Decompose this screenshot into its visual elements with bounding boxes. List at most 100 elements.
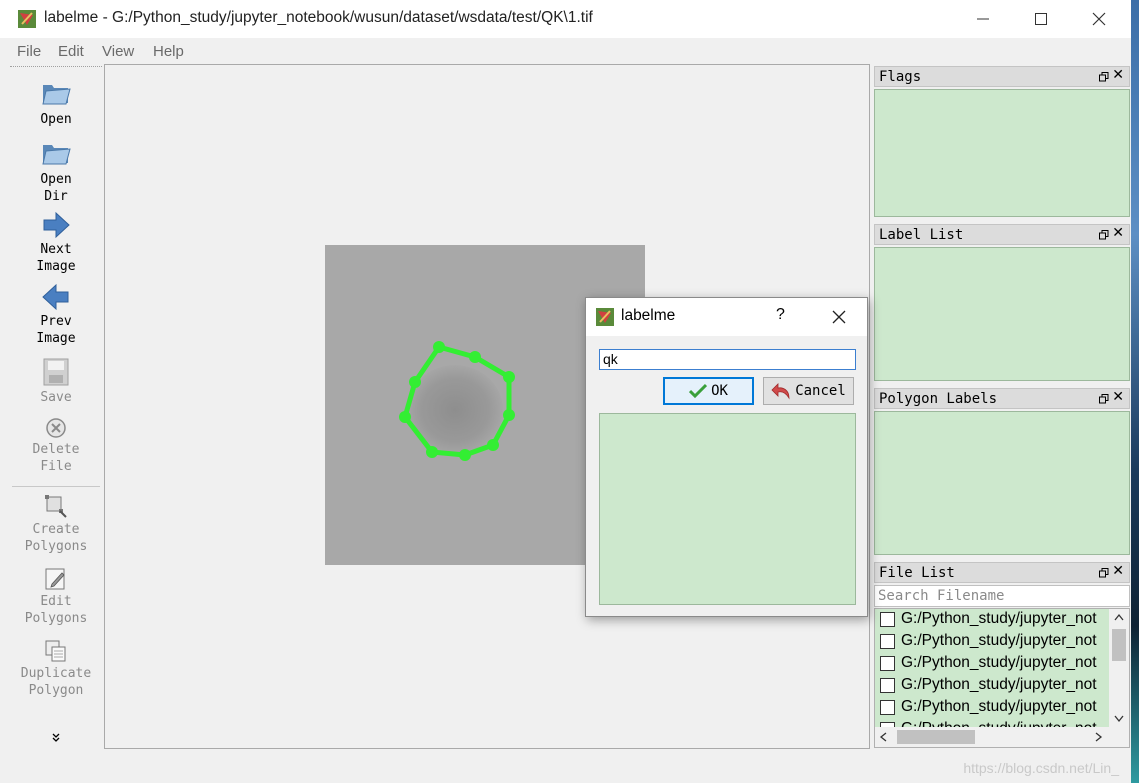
file-name: G:/Python_study/jupyter_not (901, 676, 1097, 693)
dialog-title-bar[interactable]: labelme ? (586, 298, 867, 336)
labelme-app-icon (18, 10, 36, 28)
create-polygons-label: Create Polygons (24, 522, 88, 554)
labelme-app-icon (596, 308, 614, 326)
flags-list[interactable] (874, 89, 1130, 217)
flags-title: Flags (879, 69, 922, 85)
file-list-title: File List (879, 565, 955, 581)
menu-view[interactable]: View (102, 43, 134, 60)
status-bar: https://blog.csdn.net/Lin_ (0, 750, 1131, 783)
help-button[interactable]: ? (776, 306, 785, 324)
file-checkbox[interactable] (880, 678, 895, 693)
file-name: G:/Python_study/jupyter_not (901, 632, 1097, 649)
open-dir-label: Open Dir (40, 172, 72, 204)
menu-file[interactable]: File (17, 43, 41, 60)
file-name: G:/Python_study/jupyter_not (901, 654, 1097, 671)
close-button[interactable] (1070, 0, 1128, 38)
search-filename-input[interactable]: Search Filename (874, 585, 1130, 607)
prev-image-label: Prev Image (36, 314, 76, 346)
edit-polygons-button[interactable]: Edit Polygons (10, 567, 102, 627)
window-title: labelme - G:/Python_study/jupyter_notebo… (44, 9, 593, 26)
file-list-item[interactable]: G:/Python_study/jupyter_not (879, 609, 1111, 631)
file-list-dock-header[interactable]: File List ✕ (874, 562, 1130, 583)
duplicate-icon (45, 640, 66, 662)
polygon-labels-dock-header[interactable]: Polygon Labels ✕ (874, 388, 1130, 409)
ok-label: OK (711, 383, 728, 399)
save-button[interactable]: Save (10, 357, 102, 406)
left-toolbar: Open Open Dir Next Image Prev Image Save… (10, 66, 102, 748)
flags-dock-header[interactable]: Flags ✕ (874, 66, 1130, 87)
edit-icon (45, 568, 65, 590)
label-input[interactable]: qk (599, 349, 856, 370)
file-checkbox[interactable] (880, 700, 895, 715)
polygon-labels-list[interactable] (874, 411, 1130, 555)
create-polygons-button[interactable]: Create Polygons (10, 493, 102, 555)
close-dock-icon[interactable]: ✕ (1112, 389, 1124, 405)
maximize-icon (1035, 13, 1047, 25)
float-icon[interactable] (1099, 568, 1109, 578)
file-list[interactable]: G:/Python_study/jupyter_not G:/Python_st… (874, 608, 1130, 748)
file-checkbox[interactable] (880, 656, 895, 671)
float-icon[interactable] (1099, 230, 1109, 240)
open-button[interactable]: Open (10, 77, 102, 128)
file-list-item[interactable]: G:/Python_study/jupyter_not (879, 631, 1111, 653)
next-image-label: Next Image (36, 242, 76, 274)
label-list-dock-header[interactable]: Label List ✕ (874, 224, 1130, 245)
float-icon[interactable] (1099, 394, 1109, 404)
cancel-button[interactable]: Cancel (763, 377, 854, 405)
menu-help[interactable]: Help (153, 43, 184, 60)
checkmark-icon (689, 383, 708, 399)
arrow-left-icon (42, 283, 69, 311)
prev-image-button[interactable]: Prev Image (10, 283, 102, 347)
label-dialog: labelme ? qk OK Cancel (585, 297, 868, 617)
duplicate-polygon-button[interactable]: Duplicate Polygon (10, 639, 102, 699)
float-icon[interactable] (1099, 72, 1109, 82)
menu-edit[interactable]: Edit (58, 43, 84, 60)
delete-icon (46, 418, 66, 438)
file-list-item[interactable]: G:/Python_study/jupyter_not (879, 653, 1111, 675)
file-list-item[interactable]: G:/Python_study/jupyter_not (879, 675, 1111, 697)
undo-arrow-icon (771, 383, 790, 400)
scroll-up-icon[interactable] (1109, 609, 1129, 627)
open-dir-button[interactable]: Open Dir (10, 137, 102, 205)
label-list-title: Label List (879, 227, 964, 243)
file-list-item[interactable]: G:/Python_study/jupyter_not (879, 697, 1111, 719)
file-checkbox[interactable] (880, 634, 895, 649)
scroll-right-icon[interactable] (1089, 727, 1107, 747)
close-icon (1092, 12, 1106, 26)
ok-button[interactable]: OK (663, 377, 754, 405)
dialog-label-list[interactable] (599, 413, 856, 605)
vertical-scroll-thumb[interactable] (1112, 629, 1126, 661)
delete-file-button[interactable]: Delete File (10, 417, 102, 475)
next-image-button[interactable]: Next Image (10, 211, 102, 275)
save-label: Save (40, 390, 72, 405)
vertical-scrollbar[interactable] (1109, 609, 1129, 727)
minimize-icon (977, 18, 989, 20)
folder-open-icon (42, 85, 71, 105)
close-icon[interactable] (830, 308, 848, 326)
cancel-label: Cancel (795, 383, 846, 399)
delete-file-label: Delete File (32, 442, 80, 474)
duplicate-polygon-label: Duplicate Polygon (20, 666, 92, 698)
scroll-left-icon[interactable] (875, 727, 893, 747)
close-dock-icon[interactable]: ✕ (1112, 225, 1124, 241)
create-polygon-icon (45, 495, 67, 518)
horizontal-scrollbar[interactable] (875, 727, 1129, 747)
close-dock-icon[interactable]: ✕ (1112, 67, 1124, 83)
title-bar[interactable]: labelme - G:/Python_study/jupyter_notebo… (0, 0, 1131, 38)
minimize-button[interactable] (954, 0, 1012, 38)
menu-bar: File Edit View Help (0, 38, 1131, 64)
file-name: G:/Python_study/jupyter_not (901, 698, 1097, 715)
watermark-text: https://blog.csdn.net/Lin_ (963, 760, 1119, 776)
open-label: Open (40, 112, 72, 127)
toolbar-extension-button[interactable] (10, 733, 102, 743)
scroll-down-icon[interactable] (1109, 709, 1129, 727)
folder-open-icon (42, 145, 71, 165)
edit-polygons-label: Edit Polygons (24, 594, 88, 626)
close-dock-icon[interactable]: ✕ (1112, 563, 1124, 579)
maximize-button[interactable] (1012, 0, 1070, 38)
horizontal-scroll-thumb[interactable] (897, 730, 975, 744)
polygon-labels-title: Polygon Labels (879, 391, 998, 407)
desktop-background (1131, 0, 1139, 783)
file-checkbox[interactable] (880, 612, 895, 627)
label-list[interactable] (874, 247, 1130, 381)
